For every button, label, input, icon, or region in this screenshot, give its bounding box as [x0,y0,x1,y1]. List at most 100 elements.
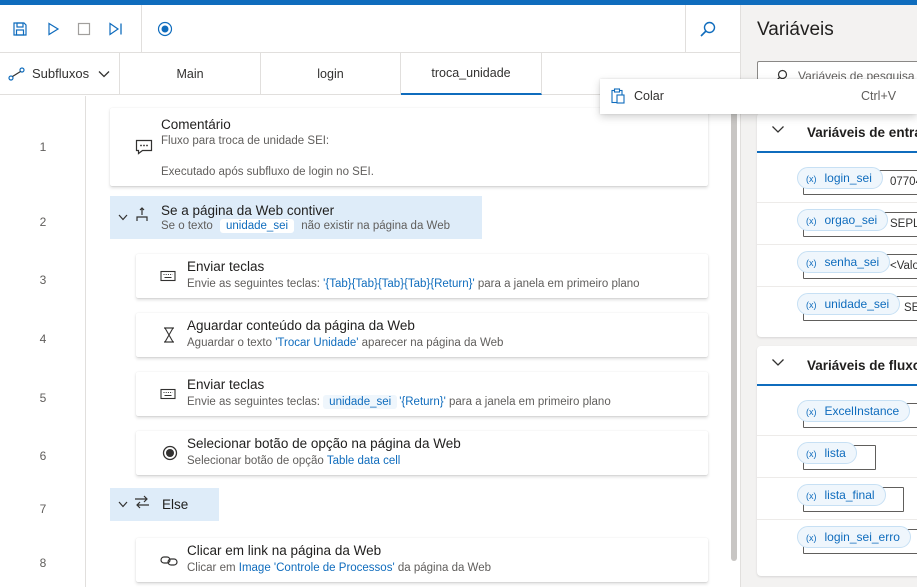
line-number: 1 [39,140,47,154]
variable-icon: (x) [806,449,817,459]
tab-label: login [317,66,344,81]
variable-icon: (x) [806,533,817,543]
action-else[interactable]: Else [110,488,219,521]
save-icon[interactable] [8,17,32,41]
subflows-dropdown[interactable]: Subfluxos [0,53,120,94]
variable-icon: (x) [806,491,817,501]
variable-name: senha_sei [824,255,880,269]
vertical-scrollbar[interactable] [731,96,737,561]
desc-text: Aguardar o texto [187,337,276,349]
action-title: Else [162,497,189,512]
action-send-keys[interactable]: Enviar teclas Envie as seguintes teclas:… [136,372,708,416]
variable-icon: (x) [806,300,817,310]
variable-icon: (x) [806,258,817,268]
variable-pill[interactable]: (x) unidade_sei [797,293,901,315]
tab-main[interactable]: Main [120,53,261,94]
action-title: Selecionar botão de opção na página da W… [187,436,461,451]
variable-pill[interactable]: (x) senha_sei [797,251,891,273]
variable-name: orgao_sei [824,213,878,227]
comment-line-2: Executado após subfluxo de login no SEI. [161,166,374,178]
action-send-keys[interactable]: Enviar teclas Envie as seguintes teclas:… [136,254,708,298]
tab-label: Main [176,66,204,81]
hourglass-icon [159,325,179,345]
else-icon [134,495,150,514]
context-menu: Colar Ctrl+V [600,79,917,114]
action-comment[interactable]: Comentário Fluxo para troca de unidade S… [110,108,708,186]
action-wait-webpage-content[interactable]: Aguardar conteúdo da página da Web Aguar… [136,313,708,357]
action-title: Clicar em link na página da Web [187,543,382,558]
flow-variable-row[interactable]: (x) lista_final [757,478,917,520]
input-variable-row[interactable]: SEPL (x) orgao_sei [757,203,917,245]
link-icon [159,551,179,571]
stop-icon[interactable] [72,17,96,41]
comment-icon [134,137,154,157]
variable-pill[interactable]: (x) lista [797,442,857,464]
action-title: Aguardar conteúdo da página da Web [187,318,415,333]
menu-item-label: Colar [634,89,664,103]
desc-text: da página da Web [394,562,491,574]
desc-text: não existir na página da Web [301,220,450,232]
section-title: Variáveis de entra [807,125,917,140]
input-variables-header[interactable]: Variáveis de entra [757,113,917,153]
desc-value: '{Return}' [399,396,446,408]
action-title: Enviar teclas [187,377,265,392]
variable-pill[interactable]: (x) login_sei [797,167,883,189]
variable-icon: (x) [806,407,817,417]
variable-name: ExcelInstance [824,404,900,418]
desc-text: Envie as seguintes teclas: [187,278,324,290]
variable-pill[interactable]: (x) ExcelInstance [797,400,911,422]
actions-canvas: 1 2 3 4 5 6 7 8 Comentário Fluxo para tr… [0,96,740,587]
variable-name: lista_final [824,488,875,502]
tab-label: troca_unidade [431,66,511,80]
radio-icon [160,443,180,463]
action-desc: Selecionar botão de opção Table data cel… [187,455,400,467]
run-next-action-icon[interactable] [104,17,128,41]
record-icon[interactable] [153,17,177,41]
collapse-chevron-icon[interactable] [118,214,128,221]
action-click-link[interactable]: Clicar em link na página da Web Clicar e… [136,538,708,582]
input-variable-row[interactable]: SEI (x)unidade_sei [757,287,917,329]
flow-variable-row[interactable]: (x) login_sei_erro [757,520,917,562]
context-menu-item-paste[interactable]: Colar Ctrl+V [600,79,917,114]
variable-pill[interactable]: (x) login_sei_erro [797,526,911,548]
input-variable-row[interactable]: <Valo (x) senha_sei [757,245,917,287]
subflows-label: Subfluxos [32,66,90,81]
desc-text: Se o texto [161,220,213,232]
variable-pill[interactable]: (x) lista_final [797,484,886,506]
variable-name: lista [824,446,846,460]
variable-icon: (x) [806,174,817,184]
line-number: 5 [39,391,47,405]
tab-troca-unidade[interactable]: troca_unidade [401,53,542,95]
variable-chip: unidade_sei [323,395,398,409]
chevron-down-icon [772,359,784,366]
search-icon[interactable] [696,17,720,41]
flow-variables-header[interactable]: Variáveis de fluxo [757,346,917,386]
variable-name: login_sei [824,171,872,185]
desc-text: para a janela em primeiro plano [445,396,611,408]
run-icon[interactable] [41,17,65,41]
action-title: Se a página da Web contiver [161,203,335,218]
flow-variable-row[interactable]: (x) ExcelInstance [757,394,917,436]
toolbar [0,5,740,53]
desc-text: aparecer na página da Web [358,337,504,349]
desc-text: Envie as seguintes teclas: [187,396,320,408]
collapse-chevron-icon[interactable] [118,501,128,508]
action-desc: Aguardar o texto 'Trocar Unidade' aparec… [187,337,503,349]
desc-value: '{Tab}{Tab}{Tab}{Tab}{Return}' [323,278,475,290]
action-desc: Envie as seguintes teclas: unidade_sei '{… [187,395,611,409]
section-title: Variáveis de fluxo [807,358,917,373]
action-select-radio-button[interactable]: Selecionar botão de opção na página da W… [136,431,708,475]
paste-icon [611,88,625,104]
tab-login[interactable]: login [261,53,401,94]
keyboard-icon [158,266,178,286]
variable-name: login_sei_erro [824,530,900,544]
action-title: Enviar teclas [187,259,265,274]
input-variable-row[interactable]: 07704 (x)login_sei [757,161,917,203]
variable-pill[interactable]: (x) orgao_sei [797,209,889,231]
keyboard-icon [158,384,178,404]
action-title: Comentário [161,117,231,132]
desc-text: para a janela em primeiro plano [474,278,640,290]
flow-variable-row[interactable]: (x) lista [757,436,917,478]
action-if-webpage-contains[interactable]: Se a página da Web contiver Se o texto u… [110,196,482,239]
line-number: 6 [39,449,47,463]
